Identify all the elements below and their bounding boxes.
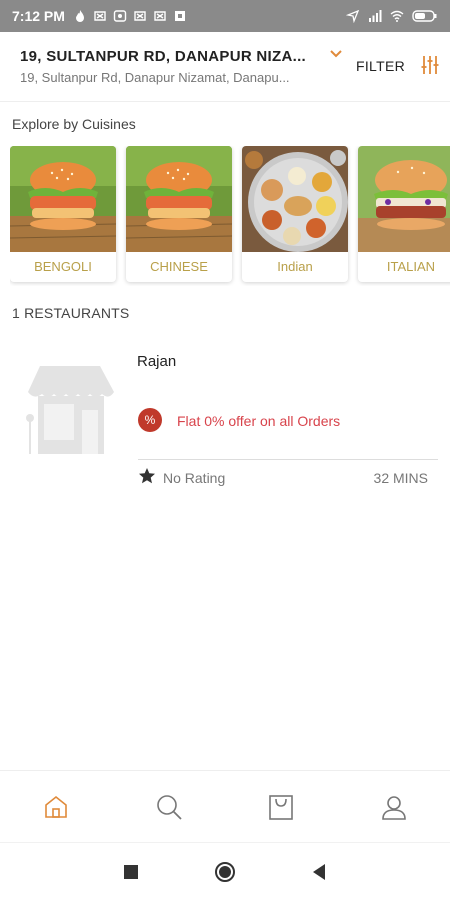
address-subtitle: 19, Sultanpur Rd, Danapur Nizamat, Danap…: [20, 70, 290, 85]
search-icon[interactable]: [155, 793, 183, 821]
star-icon: [139, 468, 155, 484]
offer-percent-icon: %: [138, 408, 162, 432]
nav-cart[interactable]: [225, 771, 338, 842]
offer-text: Flat 0% offer on all Orders: [177, 413, 341, 429]
status-system-icons: [346, 9, 438, 23]
chevron-down-icon[interactable]: [328, 46, 344, 62]
cuisine-label: ITALIAN: [386, 259, 436, 274]
flame-icon: [75, 10, 84, 22]
notification-icon: [154, 11, 166, 21]
restaurant-card[interactable]: Rajan % Flat 0% offer on all Orders No R…: [0, 340, 450, 500]
restaurant-name[interactable]: Rajan: [137, 353, 176, 370]
signal-icon: [369, 10, 382, 22]
cuisine-card-italian[interactable]: ITALIAN: [358, 146, 450, 282]
thali-image: [242, 146, 348, 252]
nav-profile[interactable]: [338, 771, 450, 842]
status-notifications: [73, 9, 187, 23]
restaurants-count: 1 RESTAURANTS: [12, 305, 130, 321]
divider: [138, 459, 438, 460]
battery-icon: [412, 10, 437, 22]
cuisine-card-chinese[interactable]: CHINESE: [126, 146, 232, 282]
cuisine-label: CHINESE: [150, 259, 208, 274]
notification-icon: [113, 10, 127, 22]
home-icon[interactable]: [42, 793, 70, 821]
burger-image: [10, 146, 116, 252]
bottom-nav: [0, 770, 450, 842]
cuisine-card-indian[interactable]: Indian: [242, 146, 348, 282]
notification-icon: [134, 11, 146, 21]
location-header: 19, SULTANPUR RD, DANAPUR NIZA... 19, Su…: [0, 32, 450, 102]
delivery-time: 32 MINS: [373, 470, 428, 486]
location-arrow-icon: [346, 9, 360, 23]
status-bar: 7:12 PM: [0, 0, 450, 32]
back-icon[interactable]: [308, 861, 330, 883]
profile-icon[interactable]: [380, 793, 408, 821]
recents-icon[interactable]: [120, 861, 142, 883]
filter-button[interactable]: FILTER: [356, 58, 405, 74]
cuisine-card-bengoli[interactable]: BENGOLI: [10, 146, 116, 282]
cuisines-section-title: Explore by Cuisines: [12, 116, 136, 132]
cuisine-label: Indian: [277, 259, 313, 274]
address-title[interactable]: 19, SULTANPUR RD, DANAPUR NIZA...: [20, 48, 320, 65]
wifi-icon: [390, 10, 404, 22]
cuisine-label: BENGOLI: [34, 259, 92, 274]
filter-sliders-icon[interactable]: [420, 54, 440, 76]
notification-icon: [174, 11, 185, 21]
burger-image: [126, 146, 232, 252]
notification-icon: [94, 11, 106, 21]
nav-search[interactable]: [113, 771, 226, 842]
burger-image: [358, 146, 450, 252]
home-button-icon[interactable]: [214, 861, 236, 883]
bag-icon[interactable]: [267, 793, 295, 821]
storefront-image: [26, 366, 114, 454]
status-time: 7:12 PM: [12, 8, 65, 24]
system-nav-bar: [0, 842, 450, 900]
rating-text: No Rating: [163, 470, 226, 486]
nav-home[interactable]: [0, 771, 113, 842]
cuisine-carousel[interactable]: BENGOLI CHINESE Indian ITALIAN: [10, 146, 450, 286]
